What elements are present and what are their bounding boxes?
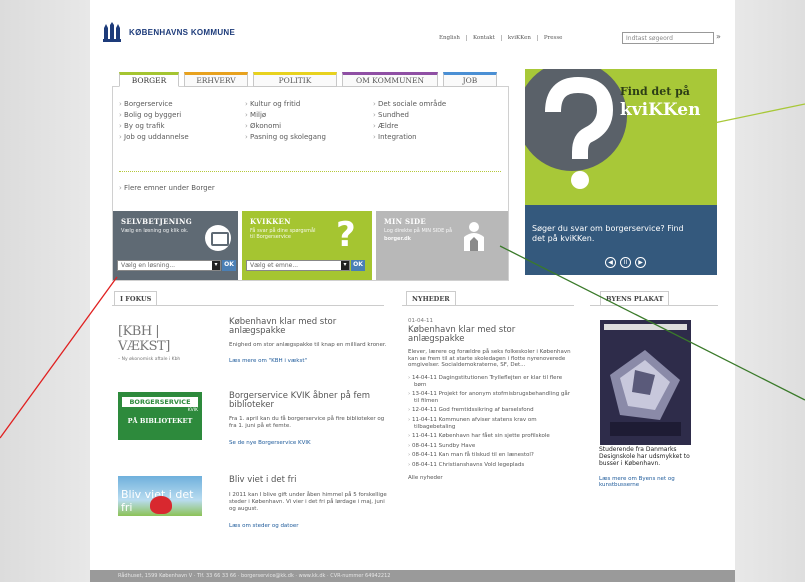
annotation-arrows [0, 103, 805, 439]
red-pointer-line [0, 276, 118, 439]
dark-green-pointer-line [499, 245, 805, 401]
green-pointer-line [689, 103, 805, 129]
